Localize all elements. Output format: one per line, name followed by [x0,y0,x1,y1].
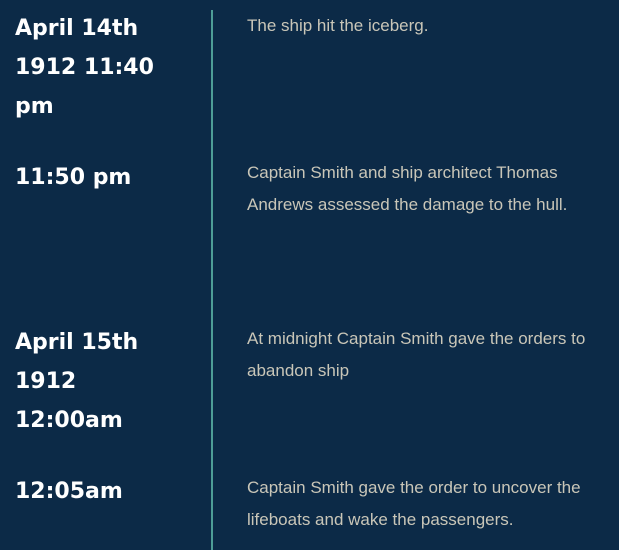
event-time: April 14th 1912 11:40 pm [15,9,200,126]
event-time: 11:50 pm [15,158,200,197]
timeline-divider [211,10,213,550]
event-time-line: 1912 [15,369,77,394]
event-description: Captain Smith gave the order to uncover … [247,478,581,529]
event-time-line: April 15th [15,330,139,355]
event-time-line: pm [15,94,54,119]
event-time-line: 12:00am [15,408,123,433]
event-time: April 15th 1912 12:00am [15,323,200,440]
event-time-line: 11:50 pm [15,165,132,190]
event-description: The ship hit the iceberg. [247,16,429,35]
event-time-line: April 14th [15,16,139,41]
event-description: At midnight Captain Smith gave the order… [247,329,586,380]
event-description: Captain Smith and ship architect Thomas … [247,163,568,214]
event-time: 12:05am [15,472,200,511]
event-time-line: 1912 11:40 [15,55,154,80]
titanic-timeline: April 14th 1912 11:40 pm The ship hit th… [0,0,619,550]
event-time-line: 12:05am [15,479,123,504]
